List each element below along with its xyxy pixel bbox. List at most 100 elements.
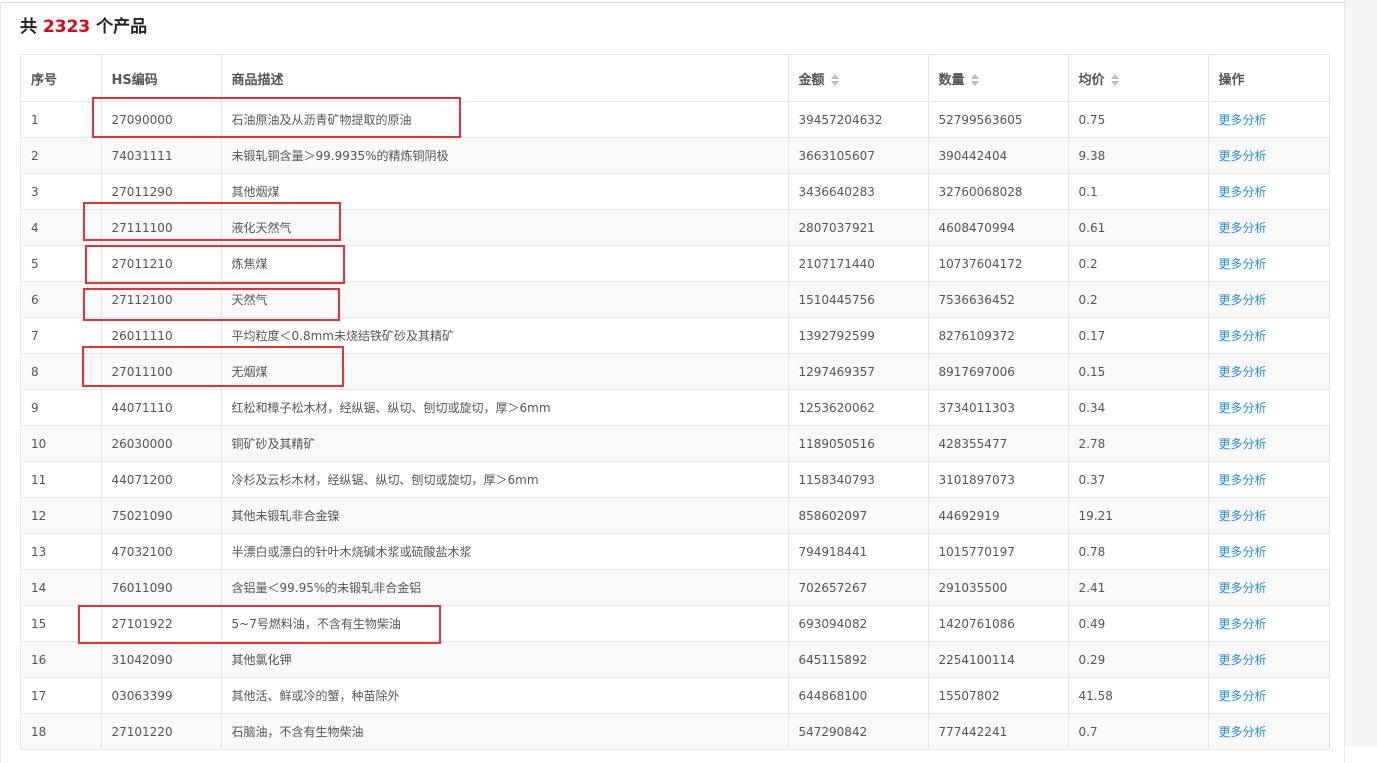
- cell-avg-price: 19.21: [1068, 497, 1209, 534]
- cell-avg-price: 0.78: [1068, 533, 1209, 570]
- more-analysis-link[interactable]: 更多分析: [1219, 185, 1267, 199]
- table-header-row: 序号 HS编码 商品描述 金额 数量 均价 操作: [21, 55, 1329, 102]
- cell-amount: 3436640283: [788, 173, 929, 210]
- sort-icon[interactable]: [1110, 74, 1120, 86]
- more-analysis-link[interactable]: 更多分析: [1219, 545, 1267, 559]
- header-avg[interactable]: 均价: [1068, 55, 1209, 102]
- cell-description: 液化天然气: [221, 209, 789, 246]
- cell-hs-code: 27101220: [101, 713, 222, 750]
- cell-description: 其他氯化钾: [221, 641, 789, 678]
- header-amount[interactable]: 金额: [788, 55, 929, 102]
- product-count: 2323: [42, 17, 91, 37]
- table-row: 5 27011210 炼焦煤 2107171440 10737604172 0.2 更多分析: [21, 245, 1329, 282]
- cell-quantity: 15507802: [928, 677, 1069, 714]
- cell-hs-code: 76011090: [101, 569, 222, 606]
- table-row: 3 27011290 其他烟煤 3436640283 32760068028 0.1 更多分…: [21, 173, 1329, 210]
- cell-quantity: 777442241: [928, 713, 1069, 750]
- cell-hs-code: 26030000: [101, 425, 222, 462]
- more-analysis-link[interactable]: 更多分析: [1219, 725, 1267, 739]
- cell-avg-price: 9.38: [1068, 137, 1209, 174]
- cell-action: 更多分析: [1208, 569, 1329, 606]
- cell-no: 2: [21, 137, 102, 174]
- product-table-container: 序号 HS编码 商品描述 金额 数量 均价 操作 1 27090000 石油原油及从…: [20, 54, 1330, 750]
- table-row: 8 27011100 无烟煤 1297469357 8917697006 0.15 更多分析: [21, 353, 1329, 390]
- cell-description: 红松和樟子松木材，经纵锯、纵切、刨切或旋切，厚＞6mm: [221, 389, 789, 426]
- cell-no: 3: [21, 173, 102, 210]
- product-table: 序号 HS编码 商品描述 金额 数量 均价 操作 1 27090000 石油原油及从…: [21, 55, 1329, 750]
- cell-no: 17: [21, 677, 102, 714]
- cell-amount: 547290842: [788, 713, 929, 750]
- sort-icon[interactable]: [970, 74, 980, 86]
- page-title: 共 2323 个产品: [20, 12, 147, 37]
- cell-quantity: 32760068028: [928, 173, 1069, 210]
- more-analysis-link[interactable]: 更多分析: [1219, 473, 1267, 487]
- cell-amount: 2107171440: [788, 245, 929, 282]
- table-row: 9 44071110 红松和樟子松木材，经纵锯、纵切、刨切或旋切，厚＞6mm 1253…: [21, 389, 1329, 426]
- cell-avg-price: 2.41: [1068, 569, 1209, 606]
- cell-action: 更多分析: [1208, 137, 1329, 174]
- more-analysis-link[interactable]: 更多分析: [1219, 617, 1267, 631]
- cell-amount: 794918441: [788, 533, 929, 570]
- more-analysis-link[interactable]: 更多分析: [1219, 149, 1267, 163]
- cell-hs-code: 47032100: [101, 533, 222, 570]
- cell-avg-price: 0.15: [1068, 353, 1209, 390]
- cell-hs-code: 44071110: [101, 389, 222, 426]
- cell-hs-code: 75021090: [101, 497, 222, 534]
- cell-quantity: 291035500: [928, 569, 1069, 606]
- cell-no: 12: [21, 497, 102, 534]
- cell-amount: 1253620062: [788, 389, 929, 426]
- cell-amount: 3663105607: [788, 137, 929, 174]
- cell-no: 18: [21, 713, 102, 750]
- cell-avg-price: 0.2: [1068, 281, 1209, 318]
- more-analysis-link[interactable]: 更多分析: [1219, 257, 1267, 271]
- cell-avg-price: 2.78: [1068, 425, 1209, 462]
- cell-avg-price: 0.17: [1068, 317, 1209, 354]
- more-analysis-link[interactable]: 更多分析: [1219, 689, 1267, 703]
- cell-hs-code: 03063399: [101, 677, 222, 714]
- cell-description: 冷杉及云杉木材，经纵锯、纵切、刨切或旋切，厚＞6mm: [221, 461, 789, 498]
- cell-action: 更多分析: [1208, 245, 1329, 282]
- cell-hs-code: 27101922: [101, 605, 222, 642]
- cell-hs-code: 44071200: [101, 461, 222, 498]
- more-analysis-link[interactable]: 更多分析: [1219, 437, 1267, 451]
- more-analysis-link[interactable]: 更多分析: [1219, 509, 1267, 523]
- cell-amount: 2807037921: [788, 209, 929, 246]
- cell-avg-price: 0.34: [1068, 389, 1209, 426]
- cell-hs-code: 26011110: [101, 317, 222, 354]
- cell-avg-price: 0.37: [1068, 461, 1209, 498]
- header-hs: HS编码: [101, 55, 222, 102]
- more-analysis-link[interactable]: 更多分析: [1219, 221, 1267, 235]
- cell-avg-price: 0.49: [1068, 605, 1209, 642]
- cell-action: 更多分析: [1208, 533, 1329, 570]
- cell-quantity: 8276109372: [928, 317, 1069, 354]
- table-row: 1 27090000 石油原油及从沥青矿物提取的原油 39457204632 52799…: [21, 101, 1329, 138]
- more-analysis-link[interactable]: 更多分析: [1219, 401, 1267, 415]
- more-analysis-link[interactable]: 更多分析: [1219, 365, 1267, 379]
- cell-amount: 858602097: [788, 497, 929, 534]
- sort-icon[interactable]: [830, 74, 840, 86]
- cell-amount: 39457204632: [788, 101, 929, 138]
- cell-description: 未锻轧铜含量＞99.9935%的精炼铜阴极: [221, 137, 789, 174]
- cell-description: 其他未锻轧非合金镍: [221, 497, 789, 534]
- more-analysis-link[interactable]: 更多分析: [1219, 293, 1267, 307]
- cell-no: 4: [21, 209, 102, 246]
- table-row: 2 74031111 未锻轧铜含量＞99.9935%的精炼铜阴极 3663105607…: [21, 137, 1329, 174]
- cell-description: 石油原油及从沥青矿物提取的原油: [221, 101, 789, 138]
- more-analysis-link[interactable]: 更多分析: [1219, 113, 1267, 127]
- cell-no: 16: [21, 641, 102, 678]
- cell-no: 7: [21, 317, 102, 354]
- cell-quantity: 3734011303: [928, 389, 1069, 426]
- cell-action: 更多分析: [1208, 317, 1329, 354]
- cell-amount: 1158340793: [788, 461, 929, 498]
- more-analysis-link[interactable]: 更多分析: [1219, 653, 1267, 667]
- header-quantity[interactable]: 数量: [928, 55, 1069, 102]
- cell-description: 含铝量＜99.95%的未锻轧非合金铝: [221, 569, 789, 606]
- cell-avg-price: 0.2: [1068, 245, 1209, 282]
- more-analysis-link[interactable]: 更多分析: [1219, 581, 1267, 595]
- more-analysis-link[interactable]: 更多分析: [1219, 329, 1267, 343]
- cell-no: 6: [21, 281, 102, 318]
- scrollbar-track[interactable]: [1344, 0, 1377, 746]
- cell-avg-price: 0.29: [1068, 641, 1209, 678]
- cell-quantity: 52799563605: [928, 101, 1069, 138]
- cell-action: 更多分析: [1208, 173, 1329, 210]
